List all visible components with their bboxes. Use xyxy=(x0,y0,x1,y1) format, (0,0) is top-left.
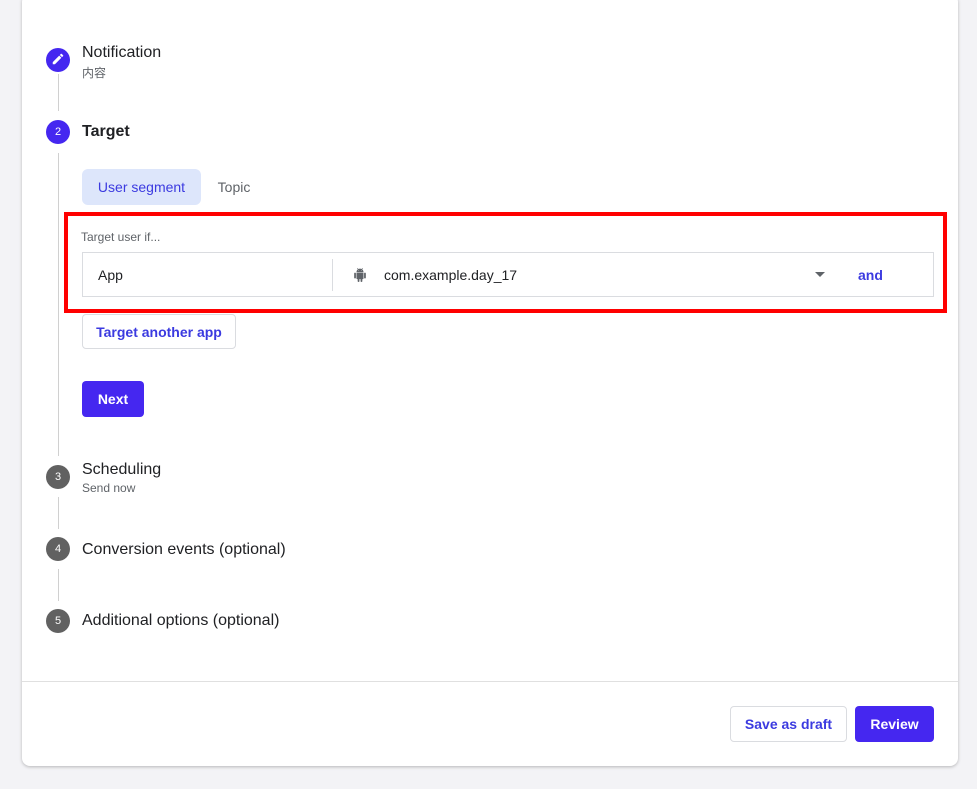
step-3-title[interactable]: Scheduling xyxy=(82,461,161,479)
app-package-select[interactable]: com.example.day_17 xyxy=(384,267,517,283)
save-as-draft-label: Save as draft xyxy=(744,716,833,732)
step-5-indicator[interactable]: 5 xyxy=(46,609,70,633)
tab-user-segment-label: User segment xyxy=(97,179,186,195)
step-connector xyxy=(58,569,59,601)
step-4-indicator[interactable]: 4 xyxy=(46,537,70,561)
tab-user-segment[interactable]: User segment xyxy=(82,169,201,205)
campaign-card xyxy=(22,0,958,766)
step-1-subtitle: 内容 xyxy=(82,66,107,80)
step-2-title: Target xyxy=(82,123,130,140)
step-5-number: 5 xyxy=(54,615,62,627)
step-connector xyxy=(58,153,59,456)
condition-field-select[interactable]: App xyxy=(98,267,123,283)
and-condition-button[interactable]: and xyxy=(858,267,883,283)
footer-divider xyxy=(22,681,958,682)
tab-topic[interactable]: Topic xyxy=(205,169,263,205)
target-condition-row: App com.example.day_17 and xyxy=(82,252,934,297)
review-label: Review xyxy=(870,716,919,732)
step-3-indicator[interactable]: 3 xyxy=(46,465,70,489)
save-as-draft-button[interactable]: Save as draft xyxy=(730,706,847,742)
step-4-title[interactable]: Conversion events (optional) xyxy=(82,541,286,559)
target-another-app-label: Target another app xyxy=(96,323,222,340)
target-condition-label: Target user if... xyxy=(81,230,161,244)
row-divider xyxy=(332,259,333,291)
next-button[interactable]: Next xyxy=(82,381,144,417)
android-icon xyxy=(353,268,367,287)
chevron-down-icon[interactable] xyxy=(815,272,825,277)
step-2-number: 2 xyxy=(54,126,62,138)
step-connector xyxy=(58,74,59,111)
target-another-app-button[interactable]: Target another app xyxy=(82,314,236,349)
step-3-subtitle: Send now xyxy=(82,481,136,495)
step-1-indicator[interactable] xyxy=(46,48,70,72)
tab-topic-label: Topic xyxy=(217,179,251,195)
step-2-indicator: 2 xyxy=(46,120,70,144)
step-1-title[interactable]: Notification xyxy=(82,44,161,62)
next-label: Next xyxy=(97,391,129,407)
step-4-number: 4 xyxy=(54,543,62,555)
step-3-number: 3 xyxy=(54,471,62,483)
step-5-title[interactable]: Additional options (optional) xyxy=(82,612,279,630)
step-connector xyxy=(58,497,59,529)
review-button[interactable]: Review xyxy=(855,706,934,742)
pencil-icon xyxy=(51,52,65,69)
